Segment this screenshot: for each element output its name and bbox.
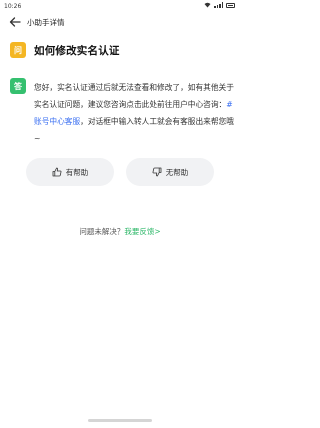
status-icons [204, 2, 235, 8]
wifi-icon [204, 2, 211, 8]
answer-text-before: 您好，实名认证通过后就无法查看和修改了，如有其他关于实名认证问题，建议您咨询点击… [34, 83, 234, 109]
feedback-link[interactable]: 我要反馈> [124, 227, 160, 236]
back-arrow-icon[interactable] [8, 15, 22, 29]
home-indicator[interactable] [88, 419, 152, 422]
status-time: 10:26 [4, 3, 22, 10]
answer-badge: 答 [10, 78, 26, 94]
nav-bar: 小助手详情 [0, 12, 240, 32]
status-bar: 10:26 [0, 0, 240, 12]
question-row: 问 如何修改实名认证 [10, 42, 120, 58]
helpful-button[interactable]: 有帮助 [26, 158, 114, 186]
unhelpful-label: 无帮助 [165, 167, 189, 177]
question-text: 如何修改实名认证 [34, 44, 120, 57]
question-badge: 问 [10, 42, 26, 58]
helpful-label: 有帮助 [65, 167, 89, 177]
unhelpful-button[interactable]: 无帮助 [126, 158, 214, 186]
signal-icon [214, 2, 223, 8]
thumbs-up-icon [52, 167, 62, 177]
thumbs-down-icon [152, 167, 162, 177]
page-title: 小助手详情 [27, 18, 65, 27]
battery-icon [226, 2, 235, 8]
answer-text: 您好，实名认证通过后就无法查看和修改了，如有其他关于实名认证问题，建议您咨询点击… [34, 79, 234, 147]
feedback-row: 问题未解决？我要反馈> [0, 226, 240, 237]
feedback-prompt: 问题未解决？ [79, 227, 125, 236]
